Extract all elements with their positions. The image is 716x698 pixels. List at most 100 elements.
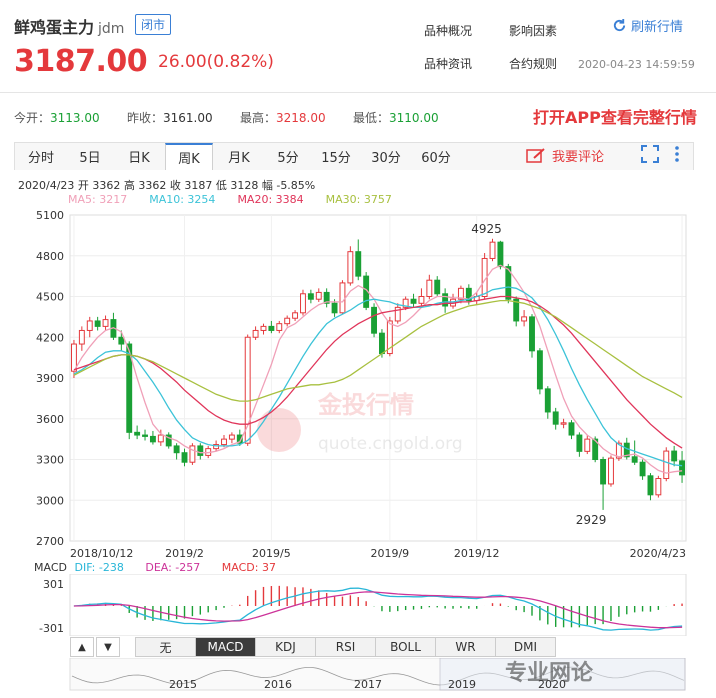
stat-low: 最低：3110.00 (353, 111, 439, 125)
candle-body[interactable] (276, 323, 283, 331)
candle-body[interactable] (94, 320, 101, 327)
tab-5day[interactable]: 5日 (67, 143, 113, 170)
indicator-tab-boll[interactable]: BOLL (375, 637, 436, 657)
candle-body[interactable] (173, 445, 180, 454)
candle-body[interactable] (544, 388, 551, 413)
candle-body[interactable] (118, 336, 125, 345)
link-product-news[interactable]: 品种资讯 (424, 55, 472, 72)
range-navigator[interactable]: 2015 2016 2017 2019 2020 专业网论 (0, 658, 716, 698)
candle-body[interactable] (434, 279, 441, 295)
candle-body[interactable] (521, 316, 528, 322)
indicator-tab-none[interactable]: 无 (135, 637, 196, 657)
candle-body[interactable] (379, 332, 385, 355)
y-tick-label: 5100 (36, 209, 64, 222)
watermark-url: quote.cngold.org (318, 434, 463, 454)
stat-open: 今开：3113.00 (14, 111, 100, 125)
candle-body[interactable] (410, 298, 417, 304)
candle-body[interactable] (260, 325, 267, 331)
indicator-tab-rsi[interactable]: RSI (315, 637, 376, 657)
candle-body[interactable] (529, 316, 535, 352)
tab-daily-k[interactable]: 日K (113, 143, 165, 170)
tab-weekly-k[interactable]: 周K (165, 143, 213, 170)
tab-5min[interactable]: 5分 (265, 143, 311, 170)
candle-body[interactable] (536, 350, 543, 390)
link-influence-factors[interactable]: 影响因素 (509, 22, 557, 39)
candle-body[interactable] (663, 450, 670, 480)
scroll-down-button[interactable]: ▼ (96, 637, 120, 657)
candle-body[interactable] (228, 434, 235, 440)
candle-body[interactable] (307, 293, 314, 300)
tab-monthly-k[interactable]: 月K (213, 143, 265, 170)
candle-body[interactable] (134, 431, 141, 436)
candle-body[interactable] (189, 445, 196, 463)
candle-body[interactable] (371, 306, 377, 334)
candle-body[interactable] (252, 329, 259, 338)
refresh-button[interactable]: 刷新行情 (612, 16, 683, 35)
candle-body[interactable] (489, 241, 496, 259)
open-app-link[interactable]: 打开APP查看完整行情 (533, 104, 697, 128)
candle-body[interactable] (600, 459, 607, 485)
candle-body[interactable] (347, 251, 354, 284)
candle-body[interactable] (639, 461, 646, 477)
candle-body[interactable] (671, 450, 678, 462)
comment-button[interactable]: 我要评论 (526, 146, 604, 165)
link-product-overview[interactable]: 品种概况 (424, 22, 472, 39)
candle-body[interactable] (244, 336, 251, 444)
indicator-tab-macd[interactable]: MACD (195, 637, 256, 657)
fullscreen-icon[interactable] (641, 145, 659, 163)
candle-body[interactable] (576, 434, 583, 452)
dea-line (73, 591, 683, 629)
forum-watermark: 专业网论 (505, 660, 594, 686)
tab-15min[interactable]: 15分 (311, 143, 361, 170)
candle-body[interactable] (78, 329, 85, 345)
candle-body[interactable] (584, 438, 591, 452)
candle-body[interactable] (679, 460, 685, 476)
refresh-label: 刷新行情 (631, 20, 684, 35)
candle-body[interactable] (655, 478, 662, 496)
candle-body[interactable] (568, 422, 575, 436)
tab-60min[interactable]: 60分 (411, 143, 461, 170)
tab-intraday[interactable]: 分时 (15, 143, 67, 170)
macd-legend: MACD DIF: -238 DEA: -257 MACD: 37 (34, 561, 276, 574)
candle-body[interactable] (355, 251, 362, 277)
candle-body[interactable] (181, 452, 188, 463)
candle-body[interactable] (292, 312, 299, 319)
x-tick-label: 2019/12 (454, 547, 500, 560)
candle-body[interactable] (552, 411, 559, 425)
candle-body[interactable] (300, 293, 306, 314)
indicator-tab-wr[interactable]: WR (435, 637, 496, 657)
candle-body[interactable] (102, 319, 109, 327)
candle-body[interactable] (315, 291, 322, 300)
edit-icon (526, 147, 545, 163)
y-tick-label: 4200 (36, 331, 64, 344)
candle-body[interactable] (86, 320, 93, 331)
ma20-line (73, 295, 683, 449)
macd-title: MACD (34, 561, 67, 574)
candle-body[interactable] (331, 302, 338, 314)
candle-body[interactable] (197, 445, 204, 456)
candle-body[interactable] (608, 457, 614, 485)
indicator-tab-dmi[interactable]: DMI (495, 637, 556, 657)
stat-prev-close: 昨收：3161.00 (127, 111, 213, 125)
candle-body[interactable] (268, 325, 275, 331)
candle-body[interactable] (339, 282, 346, 314)
candle-body[interactable] (497, 241, 504, 268)
kline-chart[interactable]: 金投行情 quote.cngold.org 5100 4800 4500 4200 39… (0, 205, 716, 560)
candle-body[interactable] (647, 475, 654, 496)
candle-body[interactable] (560, 422, 567, 425)
indicator-tab-kdj[interactable]: KDJ (255, 637, 316, 657)
price-annotation: 4925 (471, 222, 502, 236)
link-contract-rules[interactable]: 合约规则 (509, 55, 557, 72)
candle-body[interactable] (142, 434, 148, 437)
tab-30min[interactable]: 30分 (361, 143, 411, 170)
scroll-up-button[interactable]: ▲ (70, 637, 94, 657)
more-options-icon[interactable] (673, 145, 681, 163)
candle-body[interactable] (157, 434, 164, 443)
candle-body[interactable] (149, 435, 156, 443)
instrument-code: jdm (98, 21, 125, 37)
candle-body[interactable] (418, 296, 425, 304)
candle-body[interactable] (284, 317, 291, 325)
candle-body[interactable] (426, 279, 433, 297)
candle-body[interactable] (631, 456, 638, 463)
candle-body[interactable] (221, 438, 227, 446)
